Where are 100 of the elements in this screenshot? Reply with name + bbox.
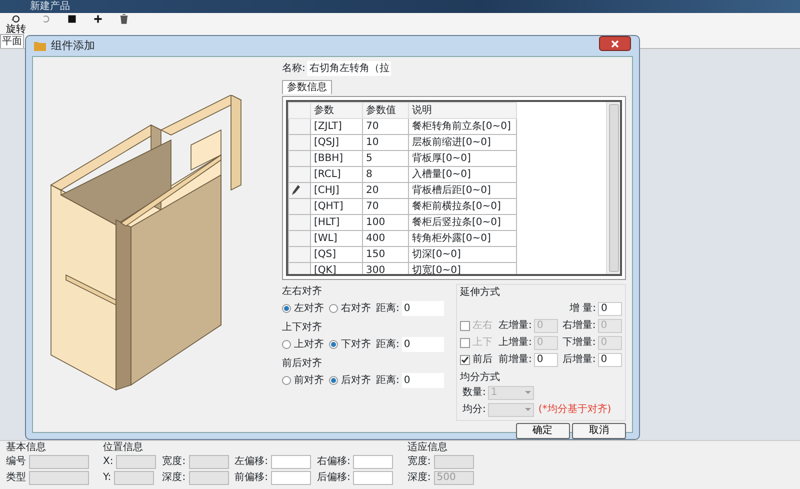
input-field[interactable] <box>353 471 394 485</box>
close-icon <box>611 40 619 48</box>
table-cell: 层板前缩进[0~0] <box>408 134 516 150</box>
table-cell: 转角柜外露[0~0] <box>408 230 516 246</box>
field-label: 右偏移: <box>316 456 350 468</box>
radio-option[interactable]: 左对齐 <box>282 302 324 314</box>
table-cell: [ZJLT] <box>310 118 362 134</box>
table-cell: 5 <box>362 150 408 166</box>
table-cell: 100 <box>362 214 408 230</box>
distance-label: 距离: <box>376 338 400 350</box>
table-cell: 入槽量[0~0] <box>408 166 516 182</box>
table-cell: [CHJ] <box>310 182 362 198</box>
field-label: 宽度: <box>407 456 431 468</box>
distance-field[interactable]: 0 <box>402 373 444 388</box>
close-button[interactable] <box>599 36 631 51</box>
name-field[interactable]: 右切角左转角（拉 <box>307 61 392 76</box>
table-cell: 背板厚[0~0] <box>408 150 516 166</box>
field-label: 后偏移: <box>316 472 350 484</box>
table-cell: [WL] <box>310 230 362 246</box>
field-label: 类型 <box>6 472 26 484</box>
scrollbar[interactable] <box>606 102 620 274</box>
group-title: 上下对齐 <box>282 322 323 334</box>
table-cell: 切深[0~0] <box>408 246 516 262</box>
field-label: 前偏移: <box>234 472 268 484</box>
table-cell: [QSJ] <box>310 134 362 150</box>
radio-option[interactable]: 右对齐 <box>329 302 371 314</box>
increment-field[interactable]: 0 <box>598 302 622 316</box>
rotate-icon <box>10 13 22 25</box>
view-tab[interactable]: 平面 <box>0 34 24 48</box>
tab[interactable]: 参数信息 <box>282 80 332 94</box>
note-text: (*均分基于对齐) <box>538 404 612 416</box>
caret-icon <box>524 408 531 412</box>
table-cell: [BBH] <box>310 150 362 166</box>
group-title: 前后对齐 <box>282 358 323 370</box>
field-label: 前增量: <box>498 354 532 366</box>
radio-option[interactable]: 后对齐 <box>329 374 371 386</box>
distance-field[interactable]: 0 <box>402 337 444 352</box>
caret-icon <box>524 391 531 395</box>
ok-button[interactable]: 确定 <box>516 422 570 438</box>
dialog-title: 组件添加 <box>51 39 95 53</box>
folder-icon <box>34 41 46 51</box>
trash-icon[interactable] <box>118 13 130 25</box>
group-title: 均分方式 <box>460 372 501 384</box>
column-header: 参数 <box>310 102 362 118</box>
field-label: X: <box>103 456 114 468</box>
radio-option[interactable]: 前对齐 <box>282 374 324 386</box>
table-cell: 餐柜后竖拉条[0~0] <box>408 214 516 230</box>
field-label: 宽度: <box>162 456 186 468</box>
increment-label: 增 量: <box>569 302 596 314</box>
checkbox[interactable]: 前后 <box>460 354 494 366</box>
field-label: 左偏移: <box>234 456 268 468</box>
field-label: 上增量: <box>498 336 532 348</box>
window-title: 新建产品 <box>0 0 800 13</box>
field-label: 右增量: <box>562 320 596 332</box>
plus-icon[interactable] <box>92 13 104 25</box>
section-title: 位置信息 <box>103 442 144 454</box>
table-cell: [QHT] <box>310 198 362 214</box>
table-cell: 70 <box>362 198 408 214</box>
field-label: 编号 <box>6 456 26 468</box>
table-cell: 餐柜转角前立条[0~0] <box>408 118 516 134</box>
distance-field[interactable]: 0 <box>402 301 444 316</box>
increment-field[interactable]: 0 <box>534 352 558 366</box>
table-cell: [RCL] <box>310 166 362 182</box>
table-cell: 70 <box>362 118 408 134</box>
table-cell: 背板槽后距[0~0] <box>408 182 516 198</box>
section-title: 适应信息 <box>407 442 448 454</box>
distance-label: 距离: <box>376 374 400 386</box>
radio-option[interactable]: 下对齐 <box>329 338 371 350</box>
distance-label: 距离: <box>376 302 400 314</box>
table-cell: 10 <box>362 134 408 150</box>
square-icon[interactable] <box>66 13 78 25</box>
field-label: 左增量: <box>498 320 532 332</box>
table-cell: 20 <box>362 182 408 198</box>
increment-field[interactable]: 0 <box>598 352 622 366</box>
table-cell: [QS] <box>310 246 362 262</box>
input-field[interactable] <box>353 455 394 469</box>
input-field[interactable] <box>270 471 311 485</box>
column-header: 参数值 <box>362 102 408 118</box>
field-label: 数量: <box>462 387 486 399</box>
field-label: 后增量: <box>562 354 596 366</box>
group-title: 延伸方式 <box>460 287 501 299</box>
table-cell: [HLT] <box>310 214 362 230</box>
table-cell: 8 <box>362 166 408 182</box>
column-header: 说明 <box>408 102 516 118</box>
field-label: 深度: <box>407 472 431 484</box>
table-cell: 餐柜前横拉条[0~0] <box>408 198 516 214</box>
section-title: 基本信息 <box>6 442 47 454</box>
name-label: 名称: <box>282 62 306 74</box>
field-label: 深度: <box>162 472 186 484</box>
check-icon <box>461 356 469 364</box>
cancel-button[interactable]: 取消 <box>572 422 626 438</box>
table-cell: 150 <box>362 246 408 262</box>
input-field[interactable] <box>270 455 311 469</box>
field-label: Y: <box>103 472 112 484</box>
field-label: 下增量: <box>562 336 596 348</box>
radio-option[interactable]: 上对齐 <box>282 338 324 350</box>
rotate-button[interactable]: 旋转 <box>6 13 26 35</box>
field-label: 均分: <box>462 404 486 416</box>
group-title: 左右对齐 <box>282 286 323 298</box>
table-cell: 400 <box>362 230 408 246</box>
